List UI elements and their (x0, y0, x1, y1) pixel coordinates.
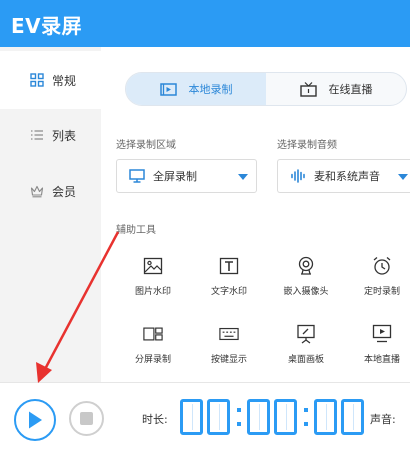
timer-digit (314, 399, 337, 435)
local-record-icon (159, 82, 177, 96)
keyboard-icon (219, 324, 239, 344)
audio-wave-icon (290, 169, 306, 183)
tool-label: 图片水印 (134, 287, 171, 297)
text-watermark-button[interactable]: 文字水印 (197, 256, 261, 297)
split-screen-button[interactable]: 分屏录制 (121, 324, 185, 365)
elapsed-timer (178, 397, 366, 437)
sidebar-item-vip[interactable]: 会员 (0, 162, 101, 220)
volume-label: 声音: (370, 413, 396, 426)
stop-record-button[interactable] (69, 401, 104, 436)
sidebar-item-general[interactable]: 常规 (0, 51, 101, 109)
tv-icon (299, 81, 317, 97)
capture-area-select[interactable]: 全屏录制 (116, 159, 257, 193)
chevron-down-icon (398, 174, 408, 180)
sidebar-item-list[interactable]: 列表 (0, 106, 101, 164)
tool-label: 桌面画板 (287, 355, 324, 365)
monitor-play-icon (372, 324, 392, 344)
image-icon (143, 256, 163, 276)
chevron-down-icon (238, 174, 248, 180)
title-bar: EV录屏 (0, 0, 410, 47)
tab-label: 在线直播 (328, 83, 373, 96)
timer-digit (247, 399, 270, 435)
audio-source-select[interactable]: 麦和系统声音 (277, 159, 410, 193)
tab-label: 本地录制 (188, 83, 233, 96)
alarm-clock-icon (372, 256, 392, 276)
tab-online-live[interactable]: 在线直播 (266, 73, 406, 105)
timer-colon (299, 408, 312, 426)
tool-label: 嵌入摄像头 (283, 287, 329, 297)
main-panel: 本地录制 在线直播 选择录制区域 选择录制音频 全屏录制 麦和系统声音 辅助工具… (101, 47, 410, 382)
sidebar-item-label: 常规 (52, 73, 77, 88)
start-record-button[interactable] (14, 399, 56, 441)
drawing-board-icon (296, 324, 316, 344)
local-live-button[interactable]: 本地直播 (350, 324, 410, 365)
tool-label: 分屏录制 (134, 355, 171, 365)
capture-area-label: 选择录制区域 (116, 140, 176, 151)
audio-source-value: 麦和系统声音 (314, 170, 380, 183)
list-icon (30, 128, 44, 142)
webcam-icon (296, 256, 316, 276)
tool-label: 本地直播 (363, 355, 400, 365)
timer-digit (274, 399, 297, 435)
sidebar-item-label: 列表 (52, 128, 77, 143)
tab-local-record[interactable]: 本地录制 (126, 73, 266, 105)
text-icon (219, 256, 239, 276)
image-watermark-button[interactable]: 图片水印 (121, 256, 185, 297)
drawing-board-button[interactable]: 桌面画板 (274, 324, 338, 365)
bottom-control-bar: 时长: 声音: (0, 382, 410, 449)
duration-label: 时长: (142, 413, 168, 426)
app-title: EV录屏 (11, 14, 83, 38)
sidebar-item-label: 会员 (52, 184, 77, 199)
monitor-icon (129, 169, 145, 183)
play-icon (29, 411, 42, 429)
split-screen-icon (143, 324, 163, 344)
grid-icon (30, 73, 44, 87)
timer-digit (180, 399, 203, 435)
tool-label: 定时录制 (363, 287, 400, 297)
timer-digit (207, 399, 230, 435)
capture-area-value: 全屏录制 (153, 170, 197, 183)
timer-colon (232, 408, 245, 426)
sidebar: 常规 列表 会员 (0, 47, 101, 382)
crown-icon (30, 184, 44, 198)
timer-digit (341, 399, 364, 435)
stop-icon (80, 412, 93, 425)
webcam-button[interactable]: 嵌入摄像头 (274, 256, 338, 297)
tool-label: 按键显示 (210, 355, 247, 365)
record-mode-tabs: 本地录制 在线直播 (125, 72, 407, 106)
tool-label: 文字水印 (210, 287, 247, 297)
scheduled-record-button[interactable]: 定时录制 (350, 256, 410, 297)
audio-source-label: 选择录制音频 (277, 140, 337, 151)
tools-section-label: 辅助工具 (116, 225, 156, 236)
key-display-button[interactable]: 按键显示 (197, 324, 261, 365)
